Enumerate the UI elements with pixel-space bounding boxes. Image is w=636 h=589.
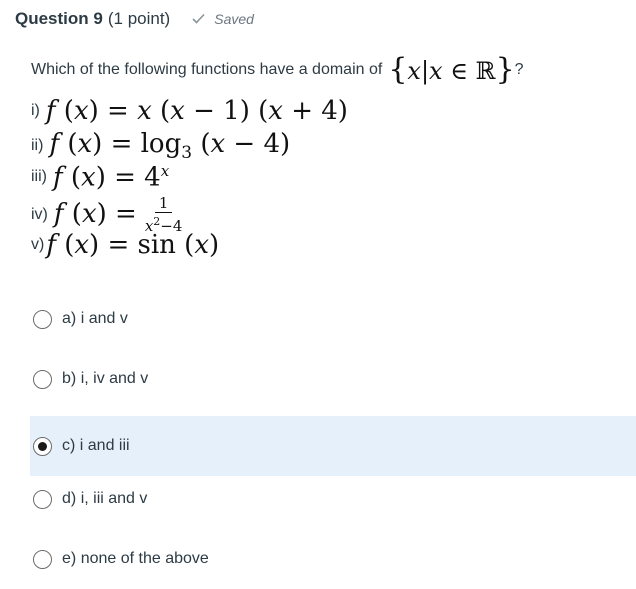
function-label: ii) (31, 137, 44, 155)
question-title: Question 9 (15, 9, 103, 28)
option-label: b) i, iv and v (62, 370, 149, 387)
function-expression: f (x) = x (x − 1) (x + 4) (45, 96, 348, 126)
function-i: i) f (x) = x (x − 1) (x + 4) (31, 96, 348, 126)
question-prompt: Which of the following functions have a … (31, 52, 524, 87)
prompt-suffix: ? (514, 60, 524, 78)
function-expression: f (x) = sin (x) (46, 230, 220, 260)
function-iv: iv) f (x) = 1 x2−4 (31, 194, 183, 236)
option-c[interactable]: c) i and iii (30, 416, 636, 476)
function-label: v) (31, 236, 45, 253)
question-points: (1 point) (107, 9, 171, 28)
radio-button-selected[interactable] (33, 436, 52, 456)
radio-button[interactable] (33, 549, 52, 569)
function-iii: iii) f (x) = 4x (31, 162, 169, 193)
radio-button[interactable] (33, 489, 52, 509)
option-label: d) i, iii and v (62, 490, 148, 507)
option-label: e) none of the above (62, 550, 209, 567)
function-expression: f (x) = 1 x2−4 (53, 194, 183, 236)
function-label: i) (31, 102, 40, 119)
function-ii: ii) f (x) = log3 (x − 4) (31, 129, 290, 163)
check-icon (192, 13, 205, 24)
option-label: a) i and v (62, 310, 128, 327)
domain-set: {x|x ∈ ℝ} (388, 52, 515, 87)
radio-button[interactable] (33, 309, 52, 329)
option-a[interactable]: a) i and v (30, 289, 636, 349)
saved-status: Saved (192, 11, 254, 27)
option-b[interactable]: b) i, iv and v (30, 349, 636, 409)
option-label: c) i and iii (62, 437, 130, 454)
saved-label: Saved (214, 10, 254, 27)
prompt-text: Which of the following functions have a … (31, 60, 383, 78)
function-label: iv) (31, 206, 48, 223)
function-v: v) f (x) = sin (x) (31, 230, 219, 260)
radio-button[interactable] (33, 369, 52, 389)
option-e[interactable]: e) none of the above (30, 529, 636, 589)
function-expression: f (x) = 4x (53, 162, 170, 193)
option-d[interactable]: d) i, iii and v (30, 469, 636, 529)
question-header: Question 9 (1 point) Saved (15, 9, 254, 29)
function-label: iii) (31, 168, 47, 186)
function-expression: f (x) = log3 (x − 4) (49, 129, 291, 164)
radio-dot (38, 441, 47, 451)
